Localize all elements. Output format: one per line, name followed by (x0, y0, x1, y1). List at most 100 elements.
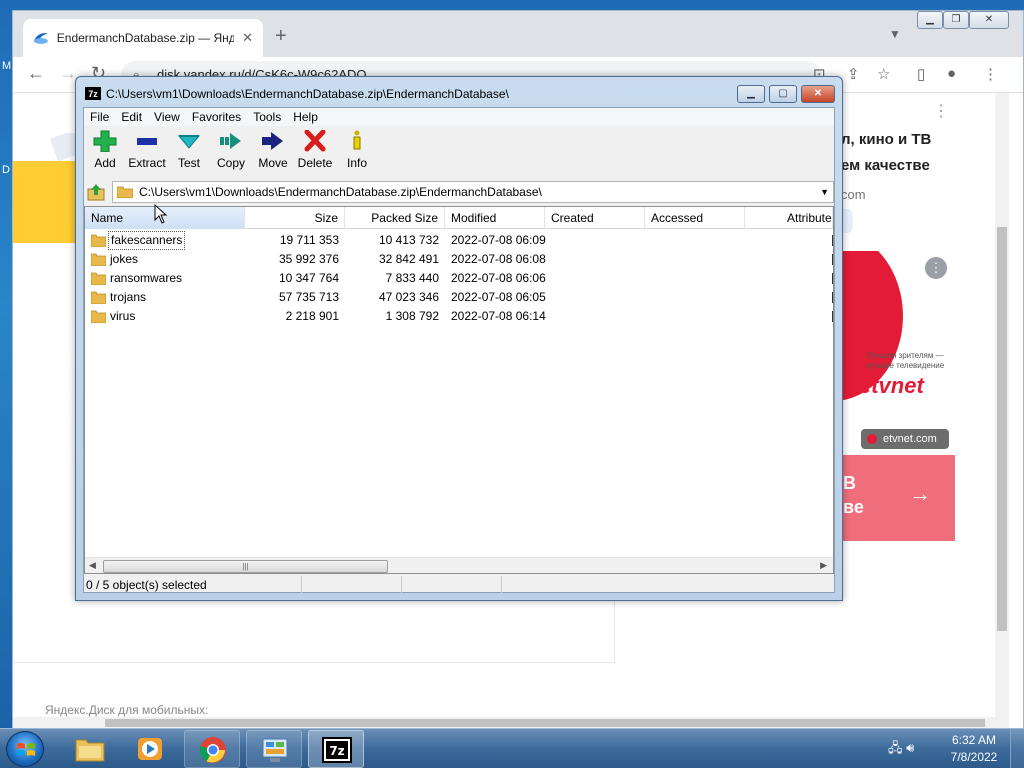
list-horizontal-scrollbar[interactable]: ◀ ||| ▶ (85, 557, 833, 573)
file-name: virus (110, 309, 136, 323)
folder-illustration-icon (13, 133, 83, 243)
delete-button[interactable]: Delete (294, 128, 336, 176)
ad-banner[interactable]: ⋮ Лучшим зрителям — лучшее телевидение e… (843, 251, 955, 541)
column-header-attributes[interactable]: Attributes (745, 207, 833, 229)
menu-edit[interactable]: Edit (115, 108, 148, 126)
menu-favorites[interactable]: Favorites (186, 108, 247, 126)
file-name: ransomwares (110, 271, 183, 285)
ad-cta-text: В (843, 473, 856, 493)
close-button[interactable]: ✕ (969, 11, 1009, 29)
delete-icon (304, 130, 326, 152)
ad-tagline: Лучшим зрителям — лучшее телевидение (865, 351, 945, 370)
folder-icon (75, 739, 105, 762)
volume-icon[interactable]: 🔊︎ (906, 740, 914, 755)
file-list: Name Size Packed Size Modified Created A… (84, 206, 834, 574)
list-item[interactable]: jokes 35 992 376 32 842 491 2022-07-08 0… (85, 250, 833, 269)
media-player-icon (138, 738, 162, 760)
show-desktop-button[interactable] (1010, 729, 1024, 768)
file-name: jokes (110, 252, 139, 266)
toolbar: Add Extract Test Copy Move Delete Info (84, 128, 834, 178)
7zip-app-icon[interactable]: 7z (85, 87, 101, 100)
file-size: 10 347 764 (278, 271, 339, 285)
network-icon[interactable]: 🖧︎ (888, 740, 903, 755)
maximize-button[interactable]: ❐ (943, 11, 969, 29)
taskbar-control-panel[interactable] (246, 730, 302, 768)
copy-button[interactable]: Copy (210, 128, 252, 176)
scrollbar-thumb[interactable]: ||| (103, 560, 388, 573)
column-header-packed-size[interactable]: Packed Size (345, 207, 445, 229)
status-bar: 0 / 5 object(s) selected (84, 576, 834, 594)
7zip-app-icon: 7z (322, 737, 352, 763)
share-icon[interactable]: ⇪ (847, 65, 860, 83)
list-item[interactable]: virus 2 218 901 1 308 792 2022-07-08 06:… (85, 307, 833, 326)
attributes-clip (832, 273, 833, 284)
desktop-icon-label[interactable]: D (2, 164, 10, 176)
control-panel-icon (262, 738, 288, 762)
title-bar[interactable]: 7z C:\Users\vm1\Downloads\EndermanchData… (76, 77, 842, 107)
taskbar-explorer[interactable] (62, 730, 118, 768)
browser-tab[interactable]: EndermanchDatabase.zip — Яндекс.Диск ✕ (23, 19, 263, 57)
minimize-button[interactable]: ▁ (917, 11, 943, 29)
column-header-modified[interactable]: Modified (445, 207, 545, 229)
page-vertical-scrollbar[interactable] (995, 93, 1009, 729)
menu-file[interactable]: File (84, 108, 115, 126)
desktop-icon-label[interactable]: M (2, 60, 11, 72)
list-item[interactable]: trojans 57 735 713 47 023 346 2022-07-08… (85, 288, 833, 307)
column-header-created[interactable]: Created (545, 207, 645, 229)
info-button[interactable]: Info (336, 128, 378, 176)
menu-tools[interactable]: Tools (247, 108, 287, 126)
close-tab-icon[interactable]: ✕ (242, 30, 253, 46)
extract-button[interactable]: Extract (126, 128, 168, 176)
profile-icon[interactable]: ● (947, 65, 956, 82)
file-name: trojans (110, 290, 147, 304)
start-button[interactable] (6, 731, 44, 767)
test-button[interactable]: Test (168, 128, 210, 176)
menu-help[interactable]: Help (287, 108, 324, 126)
clock-time[interactable]: 6:32 AM (950, 733, 998, 747)
menu-kebab-icon[interactable]: ⋮ (983, 65, 998, 83)
file-size: 57 735 713 (278, 290, 339, 304)
path-combobox[interactable]: C:\Users\vm1\Downloads\EndermanchDatabas… (112, 181, 834, 203)
taskbar-media-player[interactable] (122, 730, 178, 768)
clock-date[interactable]: 7/8/2022 (950, 750, 998, 764)
scrollbar-thumb[interactable] (997, 227, 1007, 631)
column-header-accessed[interactable]: Accessed (645, 207, 745, 229)
list-item[interactable]: ransomwares 10 347 764 7 833 440 2022-07… (85, 269, 833, 288)
back-icon[interactable]: ← (27, 63, 45, 84)
file-packed-size: 10 413 732 (378, 233, 439, 247)
move-icon (262, 132, 283, 150)
extract-icon (137, 138, 157, 145)
bookmark-star-icon[interactable]: ☆ (877, 65, 890, 83)
more-options-icon[interactable]: ⋮ (933, 101, 949, 121)
scrollbar-thumb[interactable] (105, 719, 985, 727)
tab-search-chevron-icon[interactable]: ▼ (889, 27, 901, 41)
column-header-size[interactable]: Size (245, 207, 345, 229)
close-button[interactable]: ✕ (801, 85, 835, 103)
ad-domain-badge[interactable]: etvnet.com (861, 429, 949, 449)
folder-icon (91, 272, 106, 285)
new-tab-button[interactable]: + (275, 25, 287, 48)
folder-up-icon[interactable] (86, 182, 106, 202)
move-label: Move (258, 156, 288, 170)
move-button[interactable]: Move (252, 128, 294, 176)
maximize-button[interactable]: ▢ (769, 85, 797, 103)
add-button[interactable]: Add (84, 128, 126, 176)
attributes-clip (832, 292, 833, 303)
taskbar-7zip[interactable]: 7z (308, 730, 364, 768)
minimize-button[interactable]: ▁ (737, 85, 765, 103)
scroll-left-icon[interactable]: ◀ (89, 560, 96, 571)
system-tray[interactable]: 🖧︎ 🔊︎ (888, 739, 914, 761)
arrow-right-icon: → (909, 481, 931, 506)
scroll-right-icon[interactable]: ▶ (820, 560, 827, 571)
attributes-clip (832, 254, 833, 265)
list-item[interactable]: fakescanners 19 711 353 10 413 732 2022-… (85, 231, 833, 250)
folder-icon (117, 186, 133, 198)
dropdown-arrow-icon[interactable]: ▼ (820, 182, 829, 202)
path-text: C:\Users\vm1\Downloads\EndermanchDatabas… (139, 185, 542, 199)
side-panel-icon[interactable]: ▯ (917, 65, 925, 83)
menu-view[interactable]: View (148, 108, 186, 126)
ad-cta-panel[interactable]: В ве → (843, 455, 955, 541)
ad-menu-icon[interactable]: ⋮ (925, 257, 947, 279)
taskbar-chrome[interactable] (184, 730, 240, 768)
file-modified: 2022-07-08 06:14 (451, 309, 546, 323)
